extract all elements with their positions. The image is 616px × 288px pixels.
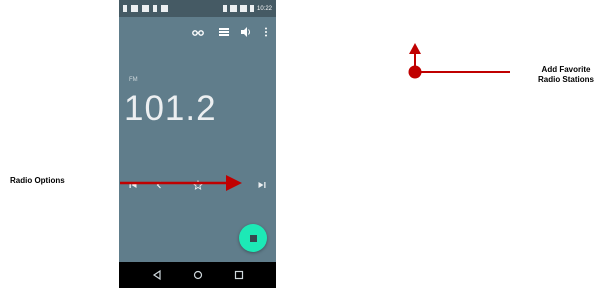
list-icon[interactable]	[218, 26, 230, 38]
radio-controls	[119, 176, 276, 194]
stop-button[interactable]	[239, 224, 267, 252]
notification-icon	[161, 5, 168, 12]
skip-previous-icon[interactable]	[128, 180, 138, 190]
chevron-left-icon[interactable]	[154, 180, 164, 190]
recents-icon[interactable]	[233, 269, 245, 281]
headset-status-icon	[222, 5, 227, 12]
speaker-icon[interactable]	[240, 26, 252, 38]
more-vert-icon[interactable]	[260, 26, 272, 38]
notification-icon	[131, 5, 138, 12]
phone-screenshot: 10:22 FM 101.2	[119, 0, 276, 288]
home-icon[interactable]	[192, 269, 204, 281]
back-icon[interactable]	[151, 269, 163, 281]
annotation-arrows	[120, 43, 510, 191]
star-outline-icon[interactable]	[193, 180, 203, 190]
add-favorite-label: Add Favorite Radio Stations	[518, 65, 614, 85]
navigation-bar	[119, 262, 276, 288]
skip-next-icon[interactable]	[257, 180, 267, 190]
status-time: 10:22	[256, 5, 272, 12]
notification-icon	[123, 5, 127, 12]
wifi-icon	[229, 5, 237, 12]
headset-icon[interactable]	[192, 26, 204, 38]
battery-icon	[249, 5, 254, 12]
add-favorite-label-line2: Radio Stations	[537, 75, 594, 84]
favorite-stations-arrow	[408, 43, 510, 79]
signal-icon	[239, 5, 247, 12]
notification-icon	[142, 5, 149, 12]
add-favorite-label-line1: Add Favorite	[541, 65, 591, 74]
band-label: FM	[129, 77, 138, 83]
stop-icon	[249, 234, 257, 242]
frequency-display: 101.2	[124, 89, 217, 128]
notification-icon	[153, 5, 157, 12]
status-bar: 10:22	[119, 0, 276, 17]
radio-options-label: Radio Options	[10, 176, 65, 185]
toolbar	[119, 22, 276, 42]
